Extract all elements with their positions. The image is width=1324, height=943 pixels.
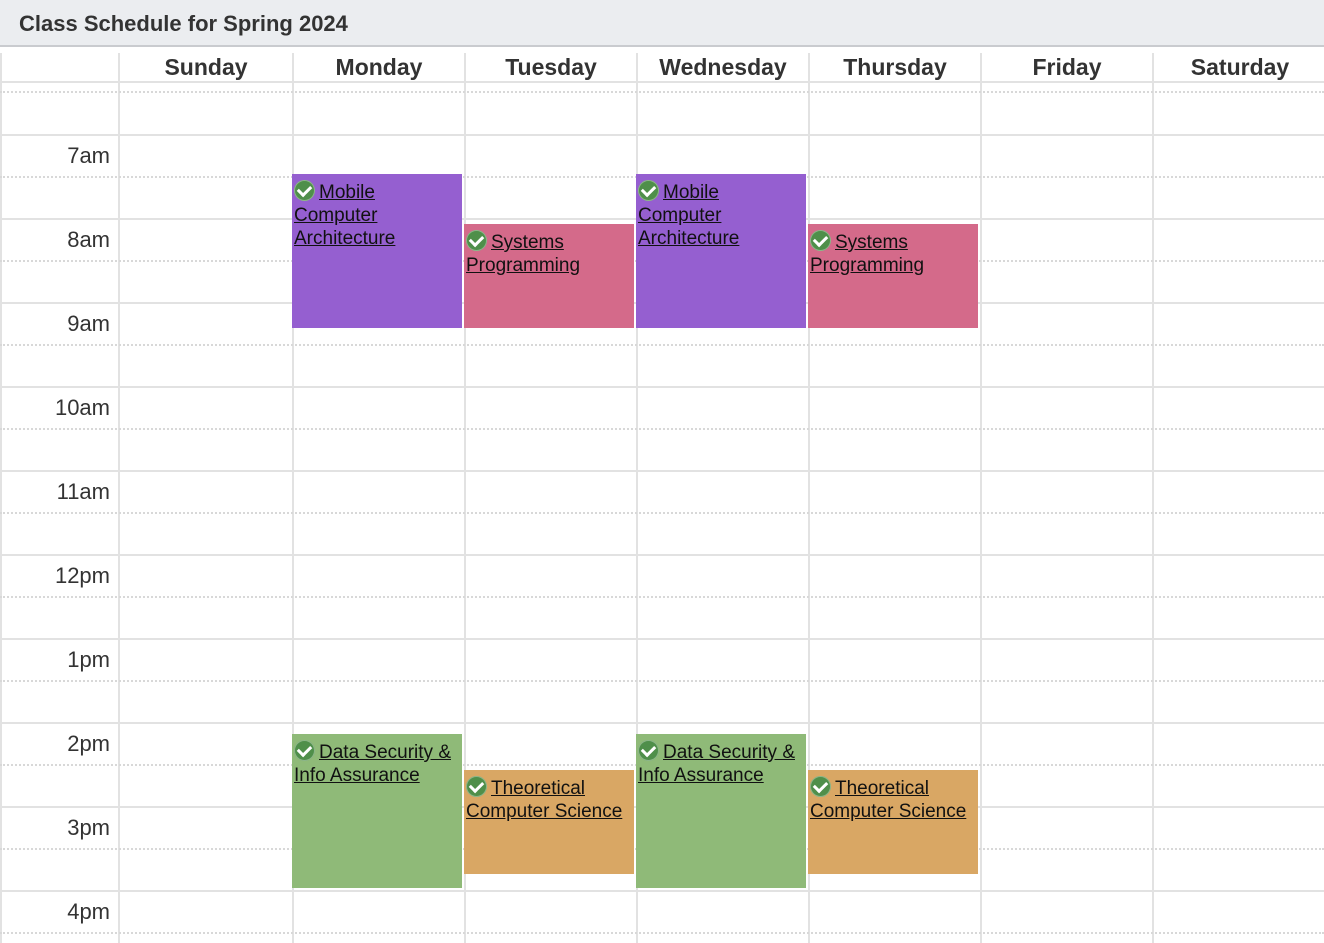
row-divider — [0, 134, 1324, 136]
column-divider — [118, 53, 120, 943]
row-divider — [0, 554, 1324, 556]
row-divider — [0, 596, 1324, 598]
row-divider — [0, 512, 1324, 514]
row-divider — [0, 722, 1324, 724]
class-link[interactable]: Theoretical Computer Science — [466, 778, 622, 822]
day-header-monday: Monday — [335, 54, 423, 80]
class-link[interactable]: Theoretical Computer Science — [810, 778, 966, 822]
checkmark-circle-icon — [810, 230, 831, 251]
class-event[interactable]: Mobile Computer Architecture — [636, 174, 806, 328]
class-event[interactable]: Systems Programming — [464, 224, 634, 328]
checkmark-circle-icon — [294, 180, 315, 201]
time-label-8am: 8am — [67, 227, 110, 252]
row-divider — [0, 386, 1324, 388]
title-bar: Class Schedule for Spring 2024 — [0, 0, 1324, 47]
row-divider — [0, 470, 1324, 472]
row-divider — [0, 428, 1324, 430]
checkmark-circle-icon — [294, 740, 315, 761]
day-header-friday: Friday — [1032, 54, 1102, 80]
row-divider — [0, 890, 1324, 892]
class-event[interactable]: Data Security & Info Assurance — [636, 734, 806, 888]
time-label-1pm: 1pm — [67, 647, 110, 672]
time-label-7am: 7am — [67, 143, 110, 168]
checkmark-circle-icon — [466, 776, 487, 797]
class-event[interactable]: Mobile Computer Architecture — [292, 174, 462, 328]
page-title: Class Schedule for Spring 2024 — [19, 11, 348, 36]
time-label-12pm: 12pm — [54, 563, 110, 588]
column-divider — [0, 53, 2, 943]
class-link[interactable]: Data Security & Info Assurance — [294, 742, 451, 786]
time-label-10am: 10am — [54, 395, 110, 420]
class-event[interactable]: Theoretical Computer Science — [464, 770, 634, 874]
checkmark-circle-icon — [466, 230, 487, 251]
day-header-wednesday: Wednesday — [659, 54, 787, 80]
time-label-11am: 11am — [56, 479, 110, 504]
row-divider — [0, 638, 1324, 640]
checkmark-circle-icon — [638, 740, 659, 761]
time-label-4pm: 4pm — [67, 899, 110, 924]
day-header-sunday: Sunday — [164, 54, 248, 80]
day-header-saturday: Saturday — [1190, 54, 1290, 80]
time-label-3pm: 3pm — [67, 815, 110, 840]
column-divider — [980, 53, 982, 943]
column-divider — [1152, 53, 1154, 943]
day-header-tuesday: Tuesday — [505, 54, 597, 80]
row-divider — [0, 680, 1324, 682]
time-label-2pm: 2pm — [67, 731, 110, 756]
class-link[interactable]: Data Security & Info Assurance — [638, 742, 795, 786]
class-event[interactable]: Theoretical Computer Science — [808, 770, 978, 874]
row-divider — [0, 344, 1324, 346]
row-divider — [0, 932, 1324, 934]
checkmark-circle-icon — [810, 776, 831, 797]
class-event[interactable]: Data Security & Info Assurance — [292, 734, 462, 888]
class-event[interactable]: Systems Programming — [808, 224, 978, 328]
checkmark-circle-icon — [638, 180, 659, 201]
day-header-thursday: Thursday — [843, 54, 947, 80]
time-label-9am: 9am — [67, 311, 110, 336]
row-divider — [0, 91, 1324, 93]
